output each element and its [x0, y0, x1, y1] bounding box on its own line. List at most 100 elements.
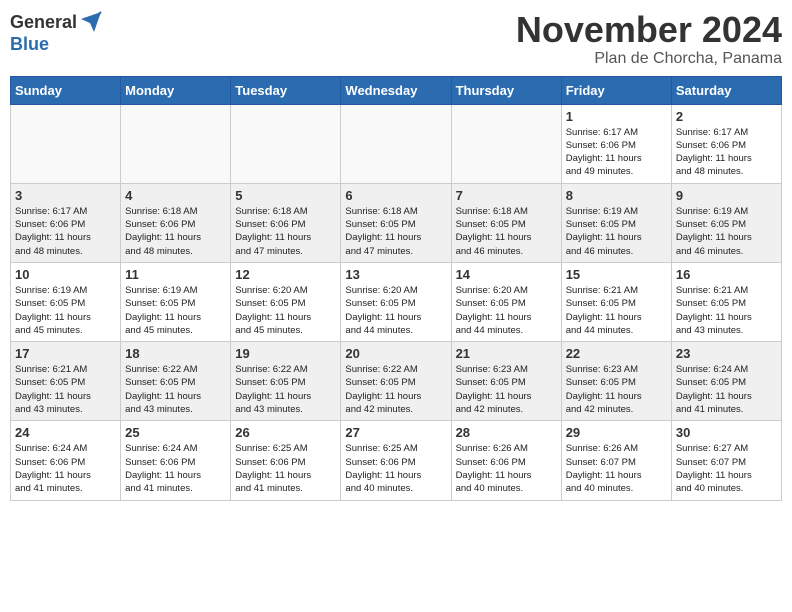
day-info: Sunrise: 6:25 AM Sunset: 6:06 PM Dayligh…	[345, 442, 446, 495]
day-info: Sunrise: 6:19 AM Sunset: 6:05 PM Dayligh…	[566, 205, 667, 258]
day-number: 30	[676, 425, 777, 440]
weekday-header-row: SundayMondayTuesdayWednesdayThursdayFrid…	[11, 76, 782, 104]
calendar-day-cell: 29 Sunrise: 6:26 AM Sunset: 6:07 PM Dayli…	[561, 421, 671, 500]
logo: General Blue	[10, 10, 103, 55]
calendar-day-cell: 11 Sunrise: 6:19 AM Sunset: 6:05 PM Dayli…	[121, 262, 231, 341]
day-info: Sunrise: 6:24 AM Sunset: 6:06 PM Dayligh…	[125, 442, 226, 495]
day-info: Sunrise: 6:23 AM Sunset: 6:05 PM Dayligh…	[566, 363, 667, 416]
day-info: Sunrise: 6:17 AM Sunset: 6:06 PM Dayligh…	[676, 126, 777, 179]
calendar-week-row-5: 24 Sunrise: 6:24 AM Sunset: 6:06 PM Dayli…	[11, 421, 782, 500]
calendar-day-cell: 13 Sunrise: 6:20 AM Sunset: 6:05 PM Dayli…	[341, 262, 451, 341]
calendar-day-cell: 14 Sunrise: 6:20 AM Sunset: 6:05 PM Dayli…	[451, 262, 561, 341]
day-info: Sunrise: 6:21 AM Sunset: 6:05 PM Dayligh…	[566, 284, 667, 337]
day-number: 15	[566, 267, 667, 282]
day-info: Sunrise: 6:21 AM Sunset: 6:05 PM Dayligh…	[676, 284, 777, 337]
day-info: Sunrise: 6:19 AM Sunset: 6:05 PM Dayligh…	[125, 284, 226, 337]
weekday-header-tuesday: Tuesday	[231, 76, 341, 104]
day-number: 13	[345, 267, 446, 282]
weekday-header-saturday: Saturday	[671, 76, 781, 104]
calendar-week-row-4: 17Sunrise: 6:21 AM Sunset: 6:05 PM Dayli…	[11, 342, 782, 421]
calendar-day-cell	[341, 104, 451, 183]
calendar-day-cell: 18 Sunrise: 6:22 AM Sunset: 6:05 PM Dayli…	[121, 342, 231, 421]
day-info: Sunrise: 6:19 AM Sunset: 6:05 PM Dayligh…	[15, 284, 116, 337]
day-number: 1	[566, 109, 667, 124]
logo-blue-text: Blue	[10, 34, 49, 55]
calendar-day-cell: 27 Sunrise: 6:25 AM Sunset: 6:06 PM Dayli…	[341, 421, 451, 500]
calendar-day-cell: 1 Sunrise: 6:17 AM Sunset: 6:06 PM Daylig…	[561, 104, 671, 183]
day-info: Sunrise: 6:23 AM Sunset: 6:05 PM Dayligh…	[456, 363, 557, 416]
day-number: 23	[676, 346, 777, 361]
day-info: Sunrise: 6:17 AM Sunset: 6:06 PM Dayligh…	[566, 126, 667, 179]
calendar-day-cell: 15 Sunrise: 6:21 AM Sunset: 6:05 PM Dayli…	[561, 262, 671, 341]
calendar-day-cell: 26 Sunrise: 6:25 AM Sunset: 6:06 PM Dayli…	[231, 421, 341, 500]
month-title: November 2024	[516, 10, 782, 50]
day-number: 25	[125, 425, 226, 440]
day-number: 4	[125, 188, 226, 203]
calendar-day-cell: 30 Sunrise: 6:27 AM Sunset: 6:07 PM Dayli…	[671, 421, 781, 500]
title-area: November 2024 Plan de Chorcha, Panama	[516, 10, 782, 68]
day-info: Sunrise: 6:17 AM Sunset: 6:06 PM Dayligh…	[15, 205, 116, 258]
day-number: 16	[676, 267, 777, 282]
day-info: Sunrise: 6:18 AM Sunset: 6:06 PM Dayligh…	[125, 205, 226, 258]
weekday-header-sunday: Sunday	[11, 76, 121, 104]
day-info: Sunrise: 6:27 AM Sunset: 6:07 PM Dayligh…	[676, 442, 777, 495]
location-subtitle: Plan de Chorcha, Panama	[516, 50, 782, 68]
calendar-day-cell	[11, 104, 121, 183]
calendar-day-cell: 17Sunrise: 6:21 AM Sunset: 6:05 PM Dayli…	[11, 342, 121, 421]
calendar-day-cell	[121, 104, 231, 183]
day-info: Sunrise: 6:20 AM Sunset: 6:05 PM Dayligh…	[235, 284, 336, 337]
calendar-day-cell: 5Sunrise: 6:18 AM Sunset: 6:06 PM Daylig…	[231, 183, 341, 262]
calendar-day-cell: 9Sunrise: 6:19 AM Sunset: 6:05 PM Daylig…	[671, 183, 781, 262]
day-number: 28	[456, 425, 557, 440]
day-number: 21	[456, 346, 557, 361]
day-info: Sunrise: 6:20 AM Sunset: 6:05 PM Dayligh…	[345, 284, 446, 337]
calendar-day-cell	[451, 104, 561, 183]
day-info: Sunrise: 6:20 AM Sunset: 6:05 PM Dayligh…	[456, 284, 557, 337]
day-info: Sunrise: 6:26 AM Sunset: 6:07 PM Dayligh…	[566, 442, 667, 495]
weekday-header-thursday: Thursday	[451, 76, 561, 104]
calendar-week-row-3: 10 Sunrise: 6:19 AM Sunset: 6:05 PM Dayli…	[11, 262, 782, 341]
day-info: Sunrise: 6:22 AM Sunset: 6:05 PM Dayligh…	[125, 363, 226, 416]
calendar-day-cell: 16 Sunrise: 6:21 AM Sunset: 6:05 PM Dayli…	[671, 262, 781, 341]
day-info: Sunrise: 6:24 AM Sunset: 6:05 PM Dayligh…	[676, 363, 777, 416]
day-number: 2	[676, 109, 777, 124]
day-number: 19	[235, 346, 336, 361]
day-info: Sunrise: 6:18 AM Sunset: 6:05 PM Dayligh…	[456, 205, 557, 258]
calendar-day-cell: 7Sunrise: 6:18 AM Sunset: 6:05 PM Daylig…	[451, 183, 561, 262]
day-number: 18	[125, 346, 226, 361]
day-number: 20	[345, 346, 446, 361]
calendar-day-cell: 4 Sunrise: 6:18 AM Sunset: 6:06 PM Daylig…	[121, 183, 231, 262]
calendar-day-cell: 12 Sunrise: 6:20 AM Sunset: 6:05 PM Dayli…	[231, 262, 341, 341]
calendar-day-cell: 2 Sunrise: 6:17 AM Sunset: 6:06 PM Daylig…	[671, 104, 781, 183]
day-number: 10	[15, 267, 116, 282]
page-header: General Blue November 2024 Plan de Chorc…	[10, 10, 782, 68]
day-info: Sunrise: 6:21 AM Sunset: 6:05 PM Dayligh…	[15, 363, 116, 416]
day-info: Sunrise: 6:25 AM Sunset: 6:06 PM Dayligh…	[235, 442, 336, 495]
day-info: Sunrise: 6:19 AM Sunset: 6:05 PM Dayligh…	[676, 205, 777, 258]
calendar-week-row-1: 1 Sunrise: 6:17 AM Sunset: 6:06 PM Daylig…	[11, 104, 782, 183]
calendar-day-cell: 8 Sunrise: 6:19 AM Sunset: 6:05 PM Daylig…	[561, 183, 671, 262]
calendar-day-cell: 21 Sunrise: 6:23 AM Sunset: 6:05 PM Dayli…	[451, 342, 561, 421]
calendar-day-cell: 10 Sunrise: 6:19 AM Sunset: 6:05 PM Dayli…	[11, 262, 121, 341]
calendar-day-cell: 22Sunrise: 6:23 AM Sunset: 6:05 PM Dayli…	[561, 342, 671, 421]
day-number: 24	[15, 425, 116, 440]
day-number: 8	[566, 188, 667, 203]
day-info: Sunrise: 6:24 AM Sunset: 6:06 PM Dayligh…	[15, 442, 116, 495]
day-number: 14	[456, 267, 557, 282]
day-number: 27	[345, 425, 446, 440]
day-info: Sunrise: 6:18 AM Sunset: 6:06 PM Dayligh…	[235, 205, 336, 258]
weekday-header-monday: Monday	[121, 76, 231, 104]
calendar-day-cell: 6Sunrise: 6:18 AM Sunset: 6:05 PM Daylig…	[341, 183, 451, 262]
day-number: 26	[235, 425, 336, 440]
weekday-header-wednesday: Wednesday	[341, 76, 451, 104]
day-number: 6	[345, 188, 446, 203]
calendar-day-cell	[231, 104, 341, 183]
calendar-day-cell: 25 Sunrise: 6:24 AM Sunset: 6:06 PM Dayli…	[121, 421, 231, 500]
day-number: 3	[15, 188, 116, 203]
calendar-week-row-2: 3 Sunrise: 6:17 AM Sunset: 6:06 PM Daylig…	[11, 183, 782, 262]
day-number: 29	[566, 425, 667, 440]
day-number: 11	[125, 267, 226, 282]
calendar-day-cell: 20Sunrise: 6:22 AM Sunset: 6:05 PM Dayli…	[341, 342, 451, 421]
calendar-table: SundayMondayTuesdayWednesdayThursdayFrid…	[10, 76, 782, 501]
day-number: 12	[235, 267, 336, 282]
